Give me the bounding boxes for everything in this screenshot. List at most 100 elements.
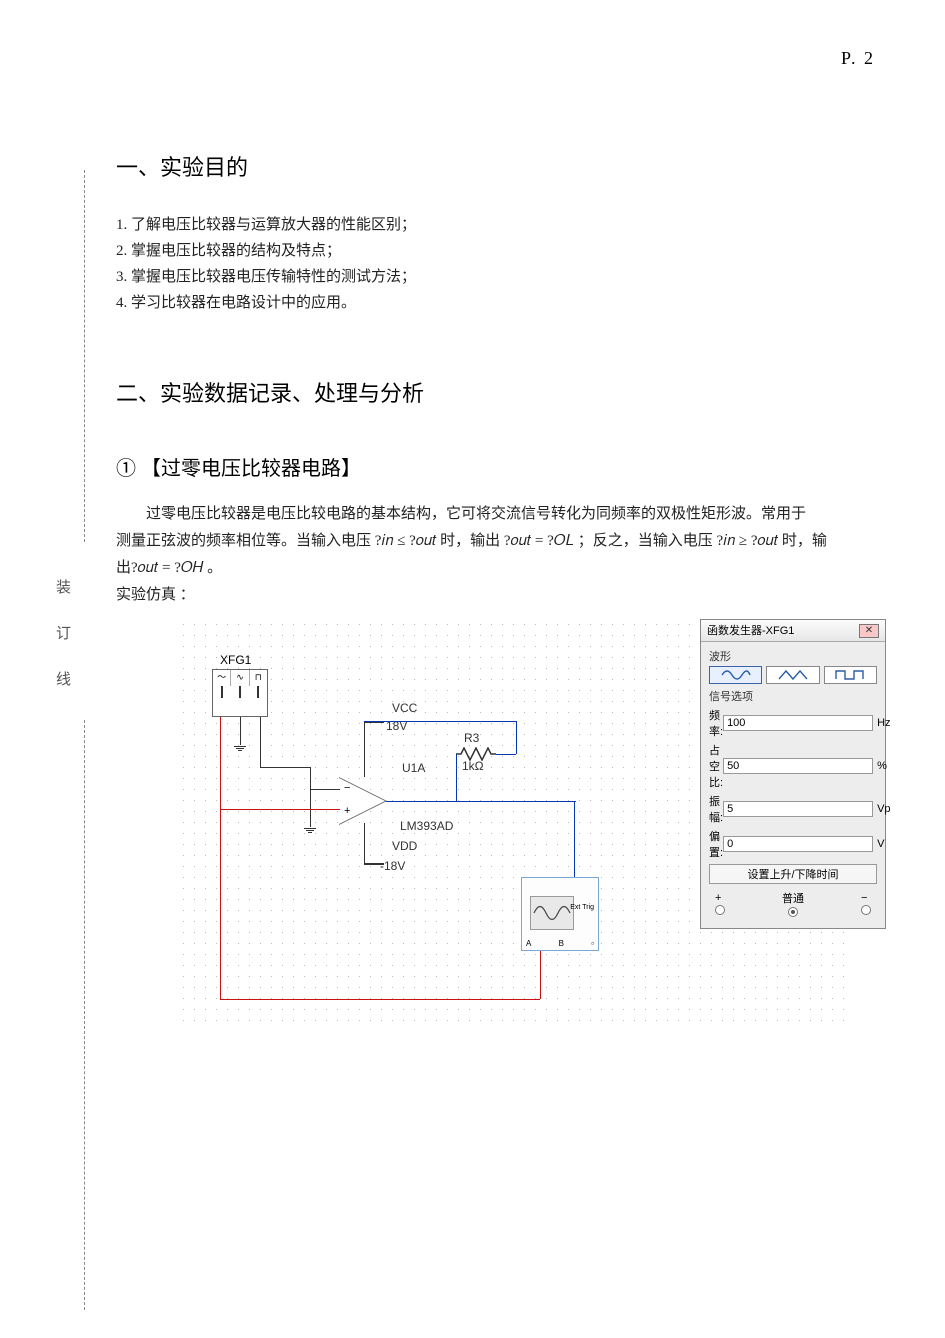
objective-item: 1. 了解电压比较器与运算放大器的性能区别； <box>116 212 876 238</box>
xfg1-pin-plus <box>221 686 223 698</box>
wire-red <box>540 951 541 999</box>
fgen-plus-terminal: + <box>715 892 725 916</box>
amp-unit: Vp <box>873 803 890 815</box>
close-button[interactable]: ✕ <box>859 624 879 638</box>
triangle-icon <box>778 669 808 681</box>
wire-blue <box>516 721 517 754</box>
ic-label: LM393AD <box>400 819 453 833</box>
fgen-offset-row: 偏置: V <box>709 828 877 860</box>
fgen-amp-row: 振幅: Vp <box>709 793 877 825</box>
wire-black <box>240 717 241 745</box>
objectives-list: 1. 了解电压比较器与运算放大器的性能区别； 2. 掌握电压比较器的结构及特点；… <box>116 212 876 316</box>
xfg1-pins <box>213 686 267 704</box>
wire-blue <box>456 801 576 802</box>
fgen-title: 函数发生器-XFG1 <box>707 620 794 642</box>
vdd-label: VDD <box>392 839 417 853</box>
xsc1-ext-trig: Ext Trig <box>570 904 594 911</box>
vcc-label: VCC <box>392 701 417 715</box>
paragraph-line3: 出?𝑜𝑢𝑡 = ?𝑂𝐻 。 <box>116 555 876 582</box>
fgen-common-terminal: 普通 <box>782 890 804 918</box>
xsc1-oscilloscope: Ext Trig A B ▫ <box>521 877 599 951</box>
r3-label: R3 <box>464 731 479 745</box>
wave-sine-button[interactable] <box>709 666 762 684</box>
objective-item: 2. 掌握电压比较器的结构及特点； <box>116 238 876 264</box>
subsection-heading: ① 【过零电压比较器电路】 <box>116 452 876 481</box>
xsc1-trig-port: ▫ <box>591 939 594 948</box>
xsc1-ch-a: A <box>526 939 531 948</box>
opamp-plus-icon: + <box>344 805 350 817</box>
section2-heading: 二、实验数据记录、处理与分析 <box>116 376 876 408</box>
wire-vdd <box>364 823 365 863</box>
wire-red <box>310 809 340 810</box>
wave-square-button[interactable] <box>824 666 877 684</box>
fgen-title-bar: 函数发生器-XFG1 ✕ <box>701 620 885 642</box>
fgen-freq-row: 频率: Hz <box>709 707 877 739</box>
paragraph-line1: 过零电压比较器是电压比较电路的基本结构，它可将交流信号转化为同频率的双极性矩形波… <box>116 501 876 528</box>
binding-line-bottom <box>84 720 85 1310</box>
xfg1-sine-icon: ～ <box>213 670 231 686</box>
text-2a: 测量正弦波的频率相位等。当输入电压 <box>116 533 375 549</box>
offset-label: 偏置: <box>709 828 723 860</box>
plus-icon: + <box>715 892 721 904</box>
paragraph-line2: 测量正弦波的频率相位等。当输入电压 ?𝑖𝑛 ≤ ?𝑜𝑢𝑡 时，输出 ?𝑜𝑢𝑡 =… <box>116 528 876 555</box>
wire-black <box>260 717 261 767</box>
fgen-minus-terminal: − <box>861 892 871 916</box>
amp-input[interactable] <box>723 801 873 817</box>
opamp-minus-icon: − <box>344 782 350 794</box>
terminal-dot[interactable] <box>788 907 798 917</box>
wire-black <box>310 767 311 789</box>
wire-vcc <box>364 721 365 777</box>
wire-black <box>260 767 310 768</box>
circuit-diagram: XFG1 ～ ∿ ⊓ <box>116 619 866 1029</box>
binding-label-zhuang: 装 <box>56 576 71 597</box>
rise-fall-button[interactable]: 设置上升/下降时间 <box>709 864 877 884</box>
binding-line-top <box>84 170 85 542</box>
terminal-dot[interactable] <box>715 905 725 915</box>
ground-symbol <box>304 827 316 834</box>
wire-blue <box>496 754 516 755</box>
duty-input[interactable] <box>723 758 873 774</box>
vdd-value: -18V <box>380 859 405 873</box>
wave-triangle-button[interactable] <box>766 666 819 684</box>
binding-label-xian: 线 <box>56 668 71 689</box>
freq-label: 频率: <box>709 707 723 739</box>
freq-unit: Hz <box>873 717 890 729</box>
terminal-dot[interactable] <box>861 905 871 915</box>
wire-black <box>310 789 340 790</box>
page-number: P. 2 <box>841 48 875 69</box>
xfg1-square-icon: ⊓ <box>250 670 267 686</box>
common-label: 普通 <box>782 893 804 905</box>
minus-icon: − <box>861 892 867 904</box>
fgen-wave-label: 波形 <box>709 648 877 664</box>
offset-unit: V <box>873 838 884 850</box>
page-content: 一、实验目的 1. 了解电压比较器与运算放大器的性能区别； 2. 掌握电压比较器… <box>116 150 876 1029</box>
sine-icon <box>721 669 751 681</box>
r3-value: 1kΩ <box>462 759 484 773</box>
xfg1-tri-icon: ∿ <box>231 670 249 686</box>
function-generator-panel: 函数发生器-XFG1 ✕ 波形 信号选项 <box>700 619 886 929</box>
offset-input[interactable] <box>723 836 873 852</box>
simulation-label: 实验仿真 ： <box>116 582 876 609</box>
duty-label: 占空比: <box>709 742 723 790</box>
xfg1-pin-com <box>239 686 241 698</box>
wire-blue <box>456 754 457 801</box>
wire-red <box>220 999 540 1000</box>
xfg1-label: XFG1 <box>220 653 251 667</box>
fgen-duty-row: 占空比: % <box>709 742 877 790</box>
wire-blue-tap <box>364 721 516 722</box>
fgen-body: 波形 信号选项 频率: Hz <box>701 642 885 928</box>
wire-blue <box>386 801 456 802</box>
wire-red <box>220 717 221 809</box>
xfg1-wave-row: ～ ∿ ⊓ <box>213 670 267 686</box>
objective-item: 3. 掌握电压比较器电压传输特性的测试方法； <box>116 264 876 290</box>
xfg1-generator: ～ ∿ ⊓ <box>212 669 268 717</box>
xsc1-channel-row: A B ▫ <box>526 939 594 948</box>
section1-heading: 一、实验目的 <box>116 150 876 182</box>
freq-input[interactable] <box>723 715 873 731</box>
text-2b: ?𝑖𝑛 ≤ ?𝑜𝑢𝑡 时，输出 ?𝑜𝑢𝑡 = ?𝑂𝐿 ；反之，当输入电压 ?𝑖𝑛… <box>375 533 827 549</box>
u1a-label: U1A <box>402 761 425 775</box>
wire-red <box>220 809 221 999</box>
binding-label-ding: 订 <box>56 622 71 643</box>
amp-label: 振幅: <box>709 793 723 825</box>
fgen-signal-label: 信号选项 <box>709 688 877 704</box>
